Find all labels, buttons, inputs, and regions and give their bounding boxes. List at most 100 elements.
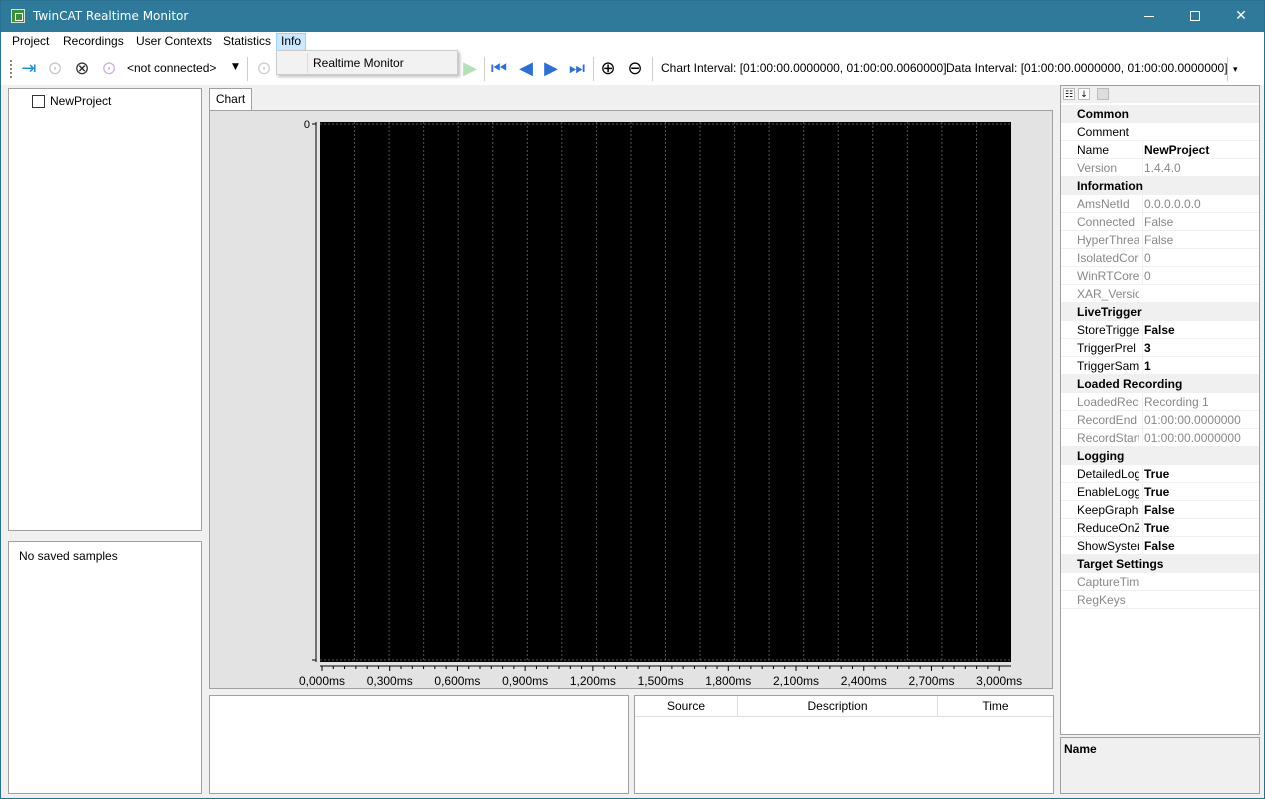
property-value[interactable]: 1.4.4.0 — [1142, 159, 1259, 176]
tree-node-newproject[interactable]: NewProject — [50, 94, 111, 108]
property-row[interactable]: WinRTCores 0 — [1061, 267, 1259, 285]
property-category[interactable]: Loaded Recording — [1061, 375, 1259, 393]
property-category[interactable]: Target Settings — [1061, 555, 1259, 573]
x-tick-label: 2,700ms — [908, 674, 954, 688]
property-value[interactable]: 01:00:00.0000000 — [1142, 411, 1259, 428]
column-header-description[interactable]: Description — [738, 696, 938, 717]
menu-project[interactable]: Project — [8, 33, 53, 51]
property-row[interactable]: KeepGraph(False — [1061, 501, 1259, 519]
property-row[interactable]: RegKeys — [1061, 591, 1259, 609]
property-value[interactable]: 1 — [1142, 357, 1259, 374]
property-row[interactable]: XAR_Versio — [1061, 285, 1259, 303]
property-value[interactable]: 01:00:00.0000000 — [1142, 429, 1259, 446]
property-value[interactable]: False — [1142, 213, 1259, 230]
close-icon: ✕ — [1235, 8, 1247, 24]
tab-chart[interactable]: Chart — [209, 88, 252, 111]
property-row[interactable]: Comment — [1061, 123, 1259, 141]
property-value[interactable]: True — [1142, 483, 1259, 500]
previous-icon[interactable]: ◀ — [515, 58, 537, 80]
zoom-in-icon[interactable]: ⊕ — [597, 58, 619, 80]
property-row[interactable]: HyperThrea False — [1061, 231, 1259, 249]
property-name: Name — [1077, 143, 1110, 157]
property-row[interactable]: TriggerPrel 3 — [1061, 339, 1259, 357]
property-row[interactable]: RecordStart 01:00:00.0000000 — [1061, 429, 1259, 447]
menu-info[interactable]: Info — [276, 33, 307, 51]
property-row[interactable]: TriggerSam 1 — [1061, 357, 1259, 375]
close-button[interactable]: ✕ — [1218, 1, 1264, 32]
toolbar-overflow-icon[interactable]: ▾ — [1233, 64, 1238, 75]
property-value[interactable]: 0 — [1142, 249, 1259, 266]
property-row[interactable]: ReduceOnZ True — [1061, 519, 1259, 537]
disconnect-icon[interactable]: ⊙ — [44, 58, 66, 80]
property-row[interactable]: IsolatedCor 0 — [1061, 249, 1259, 267]
property-row[interactable]: Version 1.4.4.0 — [1061, 159, 1259, 177]
minimize-icon — [1144, 15, 1154, 17]
column-header-time[interactable]: Time — [938, 696, 1053, 717]
property-name: IsolatedCor — [1077, 251, 1139, 265]
property-description: Name — [1060, 737, 1260, 794]
property-value[interactable]: 0.0.0.0.0.0 — [1142, 195, 1259, 212]
property-value[interactable]: False — [1142, 537, 1259, 554]
combo-arrow-icon[interactable]: ▼ — [232, 62, 239, 72]
menu-user-contexts[interactable]: User Contexts — [132, 33, 216, 51]
property-row[interactable]: LoadedReco Recording 1 — [1061, 393, 1259, 411]
minimize-button[interactable] — [1126, 1, 1172, 32]
toolbar-separator — [247, 57, 248, 81]
menu-statistics[interactable]: Statistics — [219, 33, 275, 51]
property-pages-icon[interactable] — [1097, 88, 1109, 100]
property-value[interactable]: False — [1142, 501, 1259, 518]
property-name: RecordStart — [1077, 431, 1139, 445]
property-category[interactable]: Logging — [1061, 447, 1259, 465]
saved-samples-panel: No saved samples — [8, 541, 202, 794]
target-combo[interactable]: <not connected> — [127, 61, 216, 75]
info-dropdown-menu: Realtime Monitor — [276, 50, 458, 75]
property-name: RegKeys — [1077, 593, 1126, 607]
property-value[interactable]: True — [1142, 465, 1259, 482]
app-window: TwinCAT Realtime Monitor ✕ Project Recor… — [0, 0, 1265, 799]
property-value[interactable]: Recording 1 — [1142, 393, 1259, 410]
column-header-source[interactable]: Source — [635, 696, 738, 717]
toolbar-separator — [484, 57, 485, 81]
property-category[interactable]: LiveTrigger — [1061, 303, 1259, 321]
property-category[interactable]: Information — [1061, 177, 1259, 195]
property-row[interactable]: AmsNetId 0.0.0.0.0.0 — [1061, 195, 1259, 213]
maximize-button[interactable] — [1172, 1, 1218, 32]
property-row[interactable]: EnableLogg True — [1061, 483, 1259, 501]
last-icon[interactable]: ⏭ — [566, 58, 588, 80]
toolbar-separator — [593, 57, 594, 81]
categorized-icon[interactable]: ☷ — [1063, 88, 1075, 100]
property-row[interactable]: Name NewProject — [1061, 141, 1259, 159]
maximize-icon — [1190, 11, 1200, 21]
property-value[interactable]: True — [1142, 519, 1259, 536]
property-row[interactable]: DetailedLog True — [1061, 465, 1259, 483]
delete-target-icon[interactable]: ⊗ — [71, 58, 93, 80]
property-row[interactable]: RecordEnd 01:00:00.0000000 — [1061, 411, 1259, 429]
zoom-out-icon[interactable]: ⊖ — [624, 58, 646, 80]
chart-svg[interactable]: 0 0,000ms 0,300ms 0,600ms 0,900ms 1,200ms 1,50… — [210, 111, 1052, 688]
next-icon[interactable]: ▶ — [540, 58, 562, 80]
property-value[interactable]: 0 — [1142, 267, 1259, 284]
property-name: RecordEnd — [1077, 413, 1138, 427]
first-icon[interactable]: ⏮ — [488, 58, 510, 80]
connect-icon[interactable]: ⇥ — [18, 58, 40, 80]
target-settings-icon[interactable]: ⊙ — [98, 58, 120, 80]
record-start-icon[interactable]: ⊙ — [253, 58, 275, 80]
x-tick-label: 3,000ms — [976, 674, 1022, 688]
project-checkbox[interactable] — [32, 95, 45, 108]
samples-empty-text: No saved samples — [19, 549, 118, 563]
property-row[interactable]: ShowSyster False — [1061, 537, 1259, 555]
property-category[interactable]: Common — [1061, 105, 1259, 123]
property-value[interactable]: 3 — [1142, 339, 1259, 356]
menu-recordings[interactable]: Recordings — [59, 33, 128, 51]
dropdown-divider — [307, 53, 308, 73]
menu-item-realtime-monitor[interactable]: Realtime Monitor — [313, 56, 404, 70]
property-row[interactable]: StoreTrigge False — [1061, 321, 1259, 339]
play-icon[interactable]: ▶ — [459, 58, 481, 80]
sort-alphabetical-icon[interactable]: ↓ — [1078, 88, 1090, 100]
property-value[interactable]: NewProject — [1142, 141, 1259, 158]
property-value[interactable]: False — [1142, 321, 1259, 338]
property-value[interactable]: False — [1142, 231, 1259, 248]
property-row[interactable]: Connected False — [1061, 213, 1259, 231]
toolbar-grip[interactable] — [10, 60, 12, 78]
property-row[interactable]: CaptureTim — [1061, 573, 1259, 591]
